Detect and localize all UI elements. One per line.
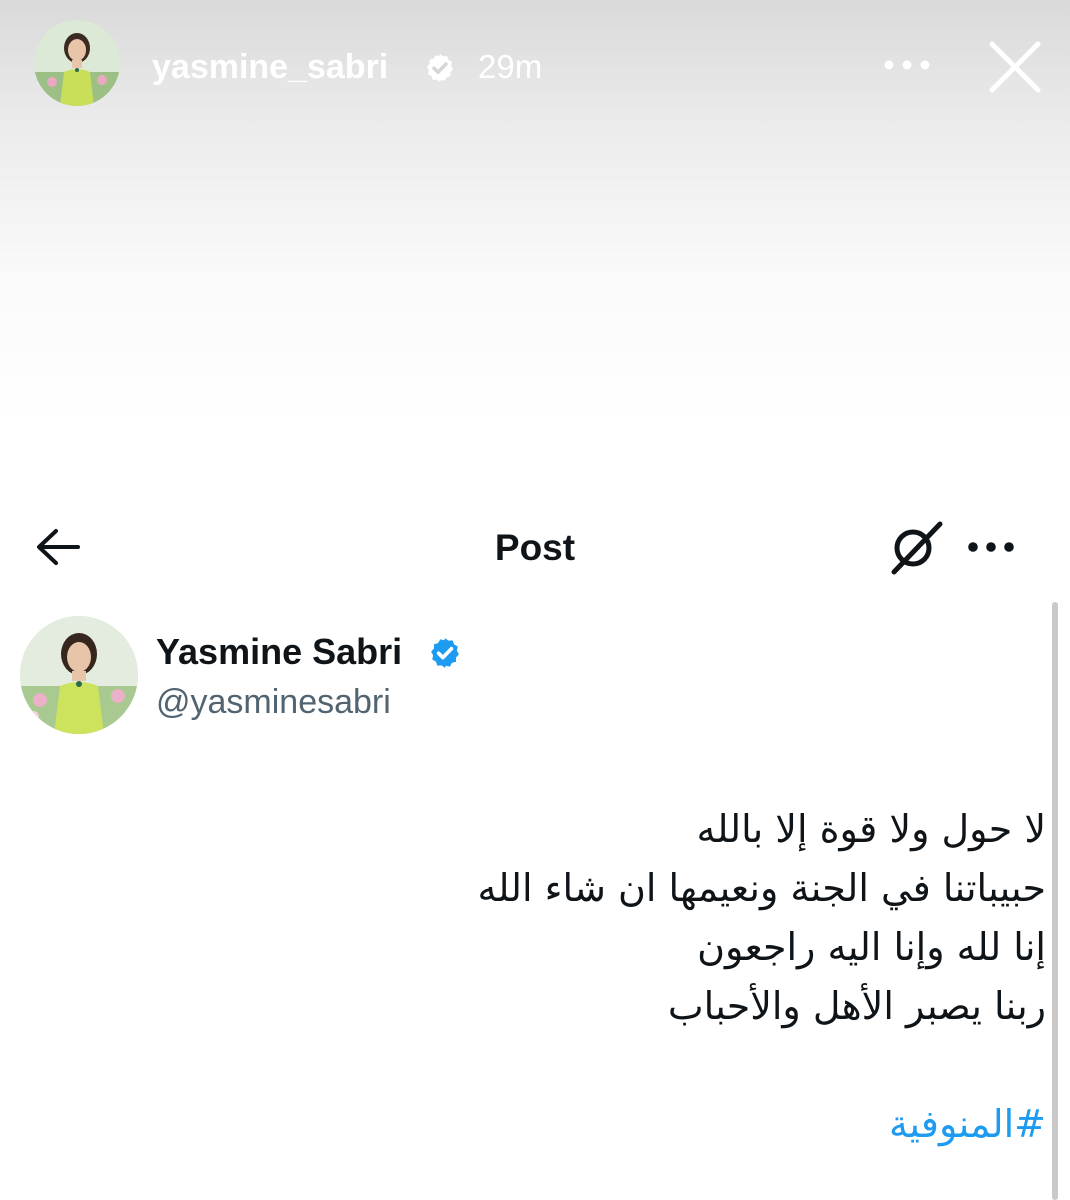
more-horizontal-icon[interactable]: [880, 50, 934, 80]
hashtag-link[interactable]: #المنوفية: [889, 1096, 1046, 1152]
tweet-line: إنا لله وإنا اليه راجعون: [697, 925, 1046, 969]
author-handle[interactable]: @yasminesabri: [156, 680, 391, 724]
verified-badge-icon: [426, 54, 454, 82]
avatar-photo: [20, 616, 138, 734]
post-title: Post: [494, 527, 576, 568]
avatar-photo: [34, 20, 120, 106]
tweet-line: ربنا يصبر الأهل والأحباب: [667, 984, 1046, 1028]
story-time: 29m: [478, 48, 543, 85]
story-avatar[interactable]: [34, 20, 120, 106]
tweet-line: حبيباتنا في الجنة ونعيمها ان شاء الله: [477, 866, 1046, 910]
story-username[interactable]: yasmine_sabri: [152, 45, 388, 89]
author-avatar[interactable]: [20, 616, 138, 734]
close-icon[interactable]: [986, 38, 1044, 96]
scrollbar[interactable]: [1052, 602, 1058, 1200]
more-horizontal-icon[interactable]: [964, 534, 1018, 560]
back-arrow-icon[interactable]: [34, 526, 82, 568]
grok-icon[interactable]: [886, 518, 944, 576]
verified-badge-icon: [431, 638, 459, 668]
author-name[interactable]: Yasmine Sabri: [156, 630, 402, 674]
tweet-text: لا حول ولا قوة إلا بالله حبيباتنا في الج…: [246, 800, 1046, 1036]
tweet-line: لا حول ولا قوة إلا بالله: [696, 807, 1046, 851]
